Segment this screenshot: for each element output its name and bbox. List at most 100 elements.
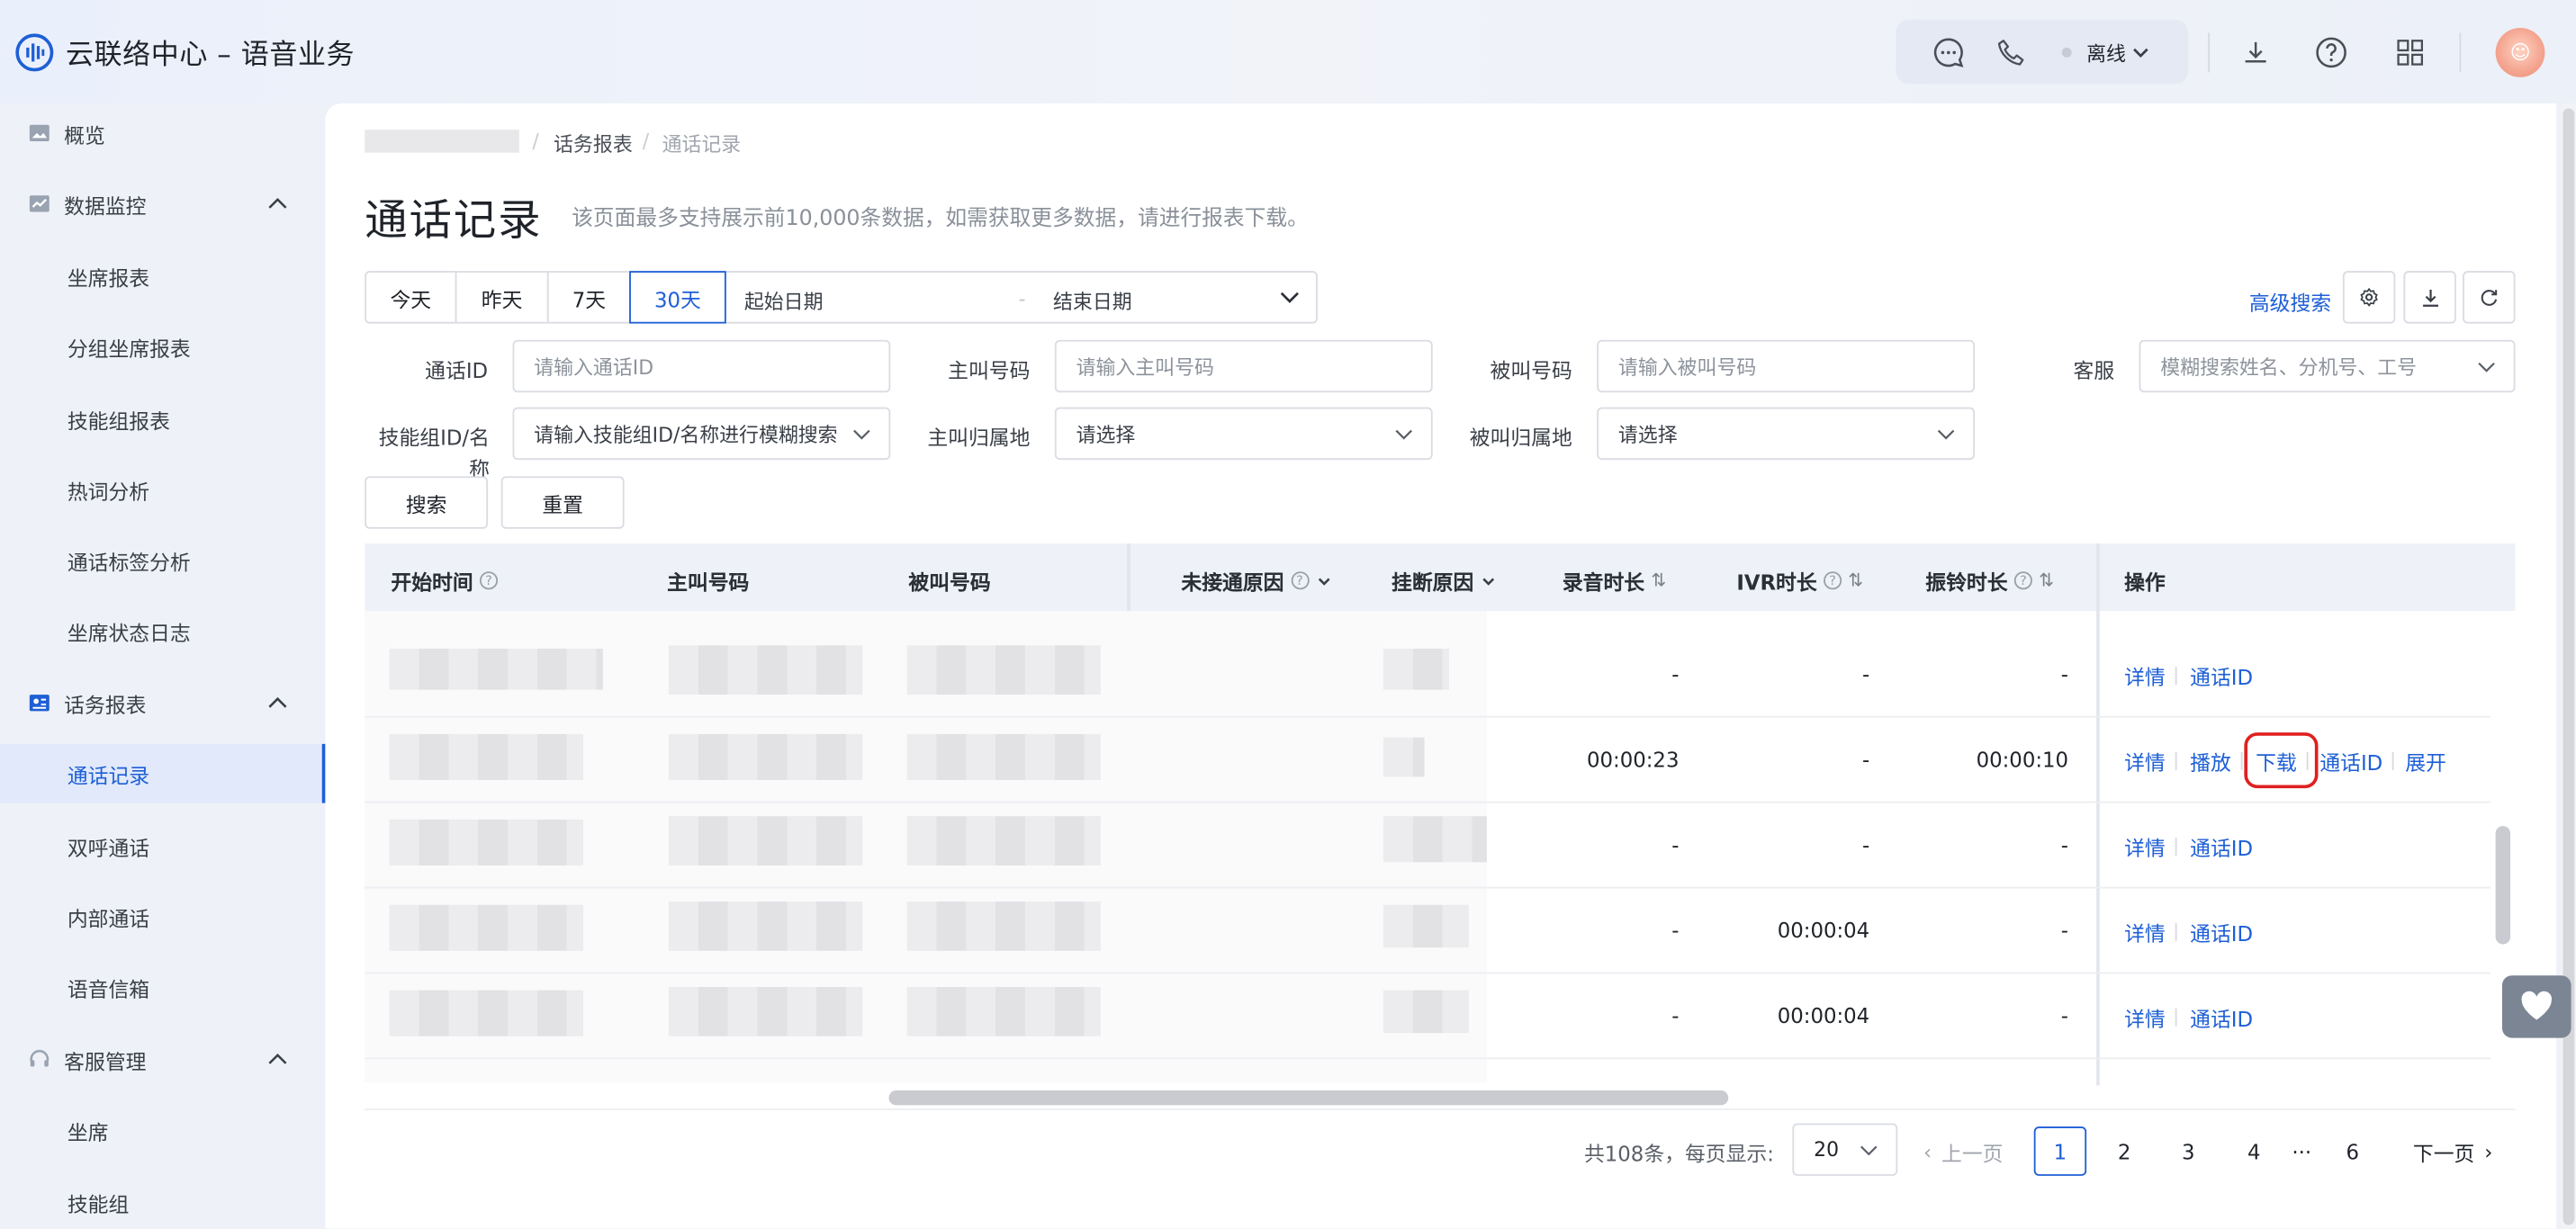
sidebar-item-agents[interactable]: 坐席 xyxy=(0,1100,325,1160)
ring-duration: - xyxy=(2060,918,2069,943)
page-size-select[interactable]: 20 xyxy=(1792,1123,1898,1176)
sidebar-item-call-tag-analysis[interactable]: 通话标签分析 xyxy=(0,531,325,590)
page-1-button[interactable]: 1 xyxy=(2033,1126,2087,1176)
col-label: 开始时间 xyxy=(391,570,473,595)
advanced-search-link[interactable]: 高级搜索 xyxy=(2249,286,2331,318)
redacted-cell xyxy=(906,816,1101,866)
sidebar-group-service-mgmt[interactable]: 客服管理 xyxy=(0,1029,325,1089)
start-date-field[interactable]: 起始日期 xyxy=(744,287,824,315)
call-id-link[interactable]: 通话ID xyxy=(2190,660,2253,692)
sidebar-group-traffic-report[interactable]: 话务报表 xyxy=(0,673,325,732)
skill-select[interactable]: 请输入技能组ID/名称进行模糊搜索 xyxy=(512,407,891,461)
col-recording-duration[interactable]: 录音时长 ⇅ xyxy=(1563,565,1666,597)
caller-input[interactable]: 请输入主叫号码 xyxy=(1054,339,1433,393)
col-ring-duration[interactable]: 振铃时长? ⇅ xyxy=(1925,565,2054,597)
call-id-link[interactable]: 通话ID xyxy=(2190,831,2253,863)
export-button[interactable] xyxy=(2403,271,2456,324)
page-6-button[interactable]: 6 xyxy=(2333,1126,2373,1176)
headset-icon xyxy=(30,1049,50,1067)
sidebar-item-skill-report[interactable]: 技能组报表 xyxy=(0,390,325,449)
detail-link[interactable]: 详情 xyxy=(2124,660,2166,692)
range-today-button[interactable]: 今天 xyxy=(365,271,457,324)
sidebar-item-label: 数据监控 xyxy=(64,193,147,218)
agent-status[interactable]: 离线 xyxy=(2086,40,2126,67)
page-ellipsis[interactable]: ··· xyxy=(2285,1126,2319,1176)
filter-chevron-down-icon[interactable] xyxy=(1481,572,1497,588)
page-2-button[interactable]: 2 xyxy=(2104,1126,2144,1176)
refresh-button[interactable] xyxy=(2463,271,2516,324)
call-id-label: 通话ID xyxy=(425,357,489,383)
page-scrollbar[interactable] xyxy=(2562,108,2575,1225)
info-icon[interactable]: ? xyxy=(1823,571,1842,590)
sidebar-item-hotword-analysis[interactable]: 热词分析 xyxy=(0,460,325,519)
sidebar-item-voicemail[interactable]: 语音信箱 xyxy=(0,957,325,1017)
info-icon[interactable]: ? xyxy=(480,571,499,590)
sidebar-group-monitor[interactable]: 数据监控 xyxy=(0,174,325,233)
download-icon xyxy=(2422,289,2438,306)
settings-button[interactable] xyxy=(2342,271,2396,324)
redacted-cell xyxy=(668,987,863,1036)
breadcrumb-traffic-report[interactable]: 话务报表 xyxy=(554,130,633,157)
sidebar-item-call-records[interactable]: 通话记录 xyxy=(0,743,326,803)
help-icon[interactable] xyxy=(2313,34,2349,70)
phone-icon[interactable] xyxy=(1993,34,2029,70)
info-icon[interactable]: ? xyxy=(2013,571,2032,590)
play-link[interactable]: 播放 xyxy=(2190,746,2231,777)
next-page-button[interactable]: 下一页 › xyxy=(2402,1126,2504,1176)
end-date-field[interactable]: 结束日期 xyxy=(1053,287,1132,315)
status-chevron-down-icon[interactable] xyxy=(2130,41,2153,65)
expand-link[interactable]: 展开 xyxy=(2405,746,2446,777)
page-3-button[interactable]: 3 xyxy=(2168,1126,2208,1176)
sidebar-item-label: 分组坐席报表 xyxy=(67,336,191,361)
detail-link[interactable]: 详情 xyxy=(2124,917,2166,948)
reset-button[interactable]: 重置 xyxy=(500,476,625,529)
range-yesterday-button[interactable]: 昨天 xyxy=(455,271,549,324)
sidebar-item-skill-groups[interactable]: 技能组 xyxy=(0,1172,325,1229)
prev-page-button[interactable]: ‹ 上一页 xyxy=(1913,1126,2014,1176)
chat-icon[interactable] xyxy=(1931,34,1967,70)
sort-icon[interactable]: ⇅ xyxy=(2039,570,2054,591)
page-4-button[interactable]: 4 xyxy=(2234,1126,2274,1176)
sidebar-item-internal-call[interactable]: 内部通话 xyxy=(0,887,325,946)
sort-icon[interactable]: ⇅ xyxy=(1848,570,1863,591)
download-icon[interactable] xyxy=(2238,34,2274,70)
agent-select[interactable]: 模糊搜索姓名、分机号、工号 xyxy=(2139,339,2516,393)
col-start-time[interactable]: 开始时间? xyxy=(391,565,499,597)
user-avatar[interactable]: ☺ xyxy=(2495,28,2545,77)
sidebar-item-label: 技能组报表 xyxy=(67,408,170,433)
detail-link[interactable]: 详情 xyxy=(2124,831,2166,863)
table-vertical-scrollbar[interactable] xyxy=(2495,826,2511,945)
col-missed-reason[interactable]: 未接通原因? xyxy=(1181,565,1331,597)
search-button[interactable]: 搜索 xyxy=(365,476,489,529)
sidebar-item-group-agent-report[interactable]: 分组坐席报表 xyxy=(0,317,325,376)
sidebar-item-dual-call[interactable]: 双呼通话 xyxy=(0,816,325,875)
detail-link[interactable]: 详情 xyxy=(2124,746,2166,777)
feedback-heart-button[interactable] xyxy=(2501,975,2571,1038)
chevron-up-icon xyxy=(268,197,287,209)
sidebar-item-agent-report[interactable]: 坐席报表 xyxy=(0,247,325,306)
col-hangup-reason[interactable]: 挂断原因 xyxy=(1392,565,1497,597)
caller-location-select[interactable]: 请选择 xyxy=(1054,407,1433,461)
detail-link[interactable]: 详情 xyxy=(2124,1001,2166,1033)
call-id-link[interactable]: 通话ID xyxy=(2319,746,2382,777)
callee-input[interactable]: 请输入被叫号码 xyxy=(1597,339,1976,393)
sidebar-item-agent-status-log[interactable]: 坐席状态日志 xyxy=(0,601,325,660)
info-icon[interactable]: ? xyxy=(1290,571,1309,590)
table-horizontal-scrollbar[interactable] xyxy=(888,1090,1729,1106)
call-id-link[interactable]: 通话ID xyxy=(2190,917,2253,948)
apps-grid-icon[interactable] xyxy=(2392,34,2428,70)
range-30d-button[interactable]: 30天 xyxy=(629,271,726,324)
range-7d-button[interactable]: 7天 xyxy=(546,271,631,324)
sort-icon[interactable]: ⇅ xyxy=(1651,570,1666,591)
callee-location-select[interactable]: 请选择 xyxy=(1597,407,1976,461)
sidebar-item-label: 语音信箱 xyxy=(67,976,150,1001)
redacted-cell xyxy=(906,733,1101,781)
date-range-picker[interactable]: 起始日期 - 结束日期 xyxy=(724,271,1318,324)
filter-chevron-down-icon[interactable] xyxy=(1315,572,1331,588)
sidebar-item-overview[interactable]: 概览 xyxy=(0,103,325,163)
call-id-link[interactable]: 通话ID xyxy=(2190,1001,2253,1033)
col-ivr-duration[interactable]: IVR时长? ⇅ xyxy=(1736,565,1863,597)
op-separator xyxy=(2175,1008,2177,1027)
chevron-left-icon: ‹ xyxy=(1923,1138,1932,1164)
call-id-input[interactable]: 请输入通话ID xyxy=(512,339,891,393)
